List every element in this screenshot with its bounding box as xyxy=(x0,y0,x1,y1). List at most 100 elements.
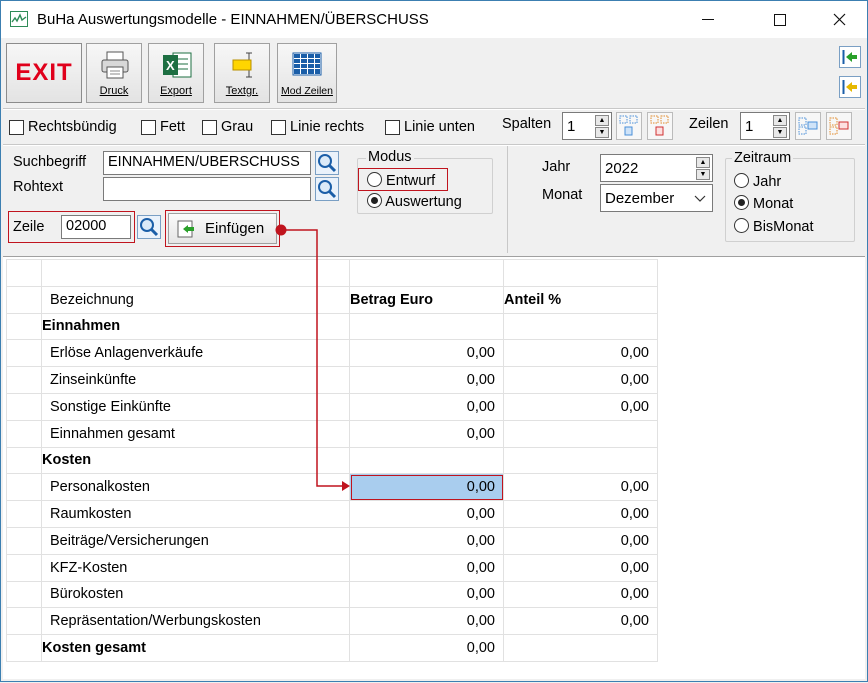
bezeichnung-cell[interactable]: Beiträge/Versicherungen xyxy=(41,526,350,555)
header-betrag[interactable]: Betrag Euro xyxy=(349,285,504,314)
bezeichnung-cell[interactable]: Raumkosten xyxy=(41,500,350,528)
export-button[interactable]: X Export xyxy=(148,43,204,103)
search-icon xyxy=(140,218,159,237)
spin-up-icon[interactable]: ▲ xyxy=(773,115,787,126)
radio-circle xyxy=(367,172,382,187)
spin-down-icon[interactable]: ▼ xyxy=(773,127,787,138)
table-cell[interactable] xyxy=(41,259,350,287)
monat-select[interactable]: Dezember xyxy=(600,184,713,212)
radio-circle xyxy=(734,173,749,188)
zeilen-label: Zeilen xyxy=(689,116,729,132)
row-header-cell xyxy=(6,500,42,528)
bezeichnung-cell[interactable]: Erlöse Anlagenverkäufe xyxy=(41,339,350,368)
mod-zeilen-button[interactable]: Mod Zeilen xyxy=(277,43,337,103)
spin-down-icon[interactable]: ▼ xyxy=(696,169,710,180)
spin-up-icon[interactable]: ▲ xyxy=(595,115,609,126)
maximize-button[interactable] xyxy=(757,1,803,38)
anteil-cell[interactable]: 0,00 xyxy=(503,580,658,609)
bezeichnung-cell[interactable]: Zinseinkünfte xyxy=(41,366,350,394)
betrag-cell[interactable]: 0,00 xyxy=(349,580,504,609)
betrag-cell[interactable]: 0,00 xyxy=(349,473,504,502)
nav-first-button[interactable] xyxy=(839,46,861,68)
betrag-cell[interactable] xyxy=(349,446,504,475)
anteil-cell[interactable]: 0,00 xyxy=(503,553,658,582)
mod-zeilen-label: Mod Zeilen xyxy=(281,85,333,97)
zeitraum-bismonat-radio[interactable]: BisMonat xyxy=(734,218,813,235)
anteil-cell[interactable]: 0,00 xyxy=(503,392,658,421)
row-header-cell xyxy=(6,580,42,609)
zeile-search-button[interactable] xyxy=(137,215,161,239)
header-anteil[interactable]: Anteil % xyxy=(503,285,658,314)
bezeichnung-cell[interactable]: Kosten xyxy=(41,446,350,475)
grau-checkbox[interactable]: Grau xyxy=(202,119,253,135)
table-cell[interactable] xyxy=(349,259,504,287)
betrag-cell[interactable]: 0,00 xyxy=(349,607,504,636)
anteil-cell[interactable]: 0,00 xyxy=(503,500,658,528)
betrag-cell[interactable]: 0,00 xyxy=(349,526,504,555)
bezeichnung-cell[interactable]: KFZ-Kosten xyxy=(41,553,350,582)
bezeichnung-cell[interactable]: Personalkosten xyxy=(41,473,350,502)
export-label: Export xyxy=(160,85,192,97)
print-button[interactable]: Druck xyxy=(86,43,142,103)
rohtext-input[interactable] xyxy=(103,177,311,201)
spin-up-icon[interactable]: ▲ xyxy=(696,157,710,168)
anteil-cell[interactable]: 0,00 xyxy=(503,473,658,502)
spalten-spinner[interactable]: 1 ▲ ▼ xyxy=(562,112,612,140)
nav-back-button[interactable] xyxy=(839,76,861,98)
add-row-button[interactable] xyxy=(795,112,821,140)
close-button[interactable] xyxy=(816,1,862,38)
exit-button[interactable]: EXIT xyxy=(6,43,82,103)
minimize-button[interactable] xyxy=(685,1,731,38)
bezeichnung-cell[interactable]: Einnahmen gesamt xyxy=(41,419,350,448)
zeitraum-jahr-radio[interactable]: Jahr xyxy=(734,173,781,190)
zeile-input[interactable]: 02000 xyxy=(61,215,131,239)
table-row: Beiträge/Versicherungen 0,00 0,00 xyxy=(6,526,658,555)
linie-unten-checkbox[interactable]: Linie unten xyxy=(385,119,475,135)
anteil-cell[interactable]: 0,00 xyxy=(503,526,658,555)
anteil-cell[interactable] xyxy=(503,419,658,448)
add-column-button[interactable] xyxy=(616,112,642,140)
jahr-spinner[interactable]: 2022 ▲ ▼ xyxy=(600,154,713,182)
betrag-cell[interactable]: 0,00 xyxy=(349,419,504,448)
betrag-cell[interactable]: 0,00 xyxy=(349,634,504,662)
table-cell[interactable] xyxy=(503,259,658,287)
suchbegriff-search-button[interactable] xyxy=(315,151,339,175)
monat-value: Dezember xyxy=(605,190,675,207)
header-bezeichnung[interactable]: Bezeichnung xyxy=(41,285,350,314)
bezeichnung-cell[interactable]: Einnahmen xyxy=(41,312,350,341)
linie-rechts-checkbox[interactable]: Linie rechts xyxy=(271,119,364,135)
bezeichnung-cell[interactable]: Sonstige Einkünfte xyxy=(41,392,350,421)
table-group-row: Kosten gesamt 0,00 xyxy=(6,634,658,662)
betrag-cell[interactable]: 0,00 xyxy=(349,366,504,394)
suchbegriff-input[interactable]: EINNAHMEN/UBERSCHUSS xyxy=(103,151,311,175)
bezeichnung-cell[interactable]: Bürokosten xyxy=(41,580,350,609)
zeilen-spinner[interactable]: 1 ▲ ▼ xyxy=(740,112,790,140)
grid-icon xyxy=(292,52,322,76)
betrag-cell[interactable]: 0,00 xyxy=(349,500,504,528)
anteil-cell[interactable] xyxy=(503,312,658,341)
anteil-cell[interactable] xyxy=(503,634,658,662)
anteil-cell[interactable]: 0,00 xyxy=(503,366,658,394)
entwurf-label: Entwurf xyxy=(386,173,436,189)
zeitraum-monat-radio[interactable]: Monat xyxy=(734,195,793,212)
anteil-cell[interactable]: 0,00 xyxy=(503,607,658,636)
betrag-cell[interactable]: 0,00 xyxy=(349,339,504,368)
rechtsbuendig-checkbox[interactable]: Rechtsbündig xyxy=(9,119,117,135)
betrag-cell[interactable] xyxy=(349,312,504,341)
auswertung-radio[interactable]: Auswertung xyxy=(367,193,462,210)
anteil-cell[interactable] xyxy=(503,446,658,475)
anteil-cell[interactable]: 0,00 xyxy=(503,339,658,368)
fett-checkbox[interactable]: Fett xyxy=(141,119,185,135)
remove-column-button[interactable] xyxy=(647,112,673,140)
remove-row-button[interactable] xyxy=(826,112,852,140)
zeile-label: Zeile xyxy=(13,219,45,235)
bezeichnung-cell[interactable]: Repräsentation/Werbungskosten xyxy=(41,607,350,636)
bezeichnung-cell[interactable]: Kosten gesamt xyxy=(41,634,350,662)
betrag-cell[interactable]: 0,00 xyxy=(349,553,504,582)
rohtext-search-button[interactable] xyxy=(315,177,339,201)
betrag-cell[interactable]: 0,00 xyxy=(349,392,504,421)
table-row: Bürokosten 0,00 0,00 xyxy=(6,580,658,609)
entwurf-radio[interactable]: Entwurf xyxy=(367,172,435,189)
spin-down-icon[interactable]: ▼ xyxy=(595,127,609,138)
text-size-button[interactable]: Textgr. xyxy=(214,43,270,103)
